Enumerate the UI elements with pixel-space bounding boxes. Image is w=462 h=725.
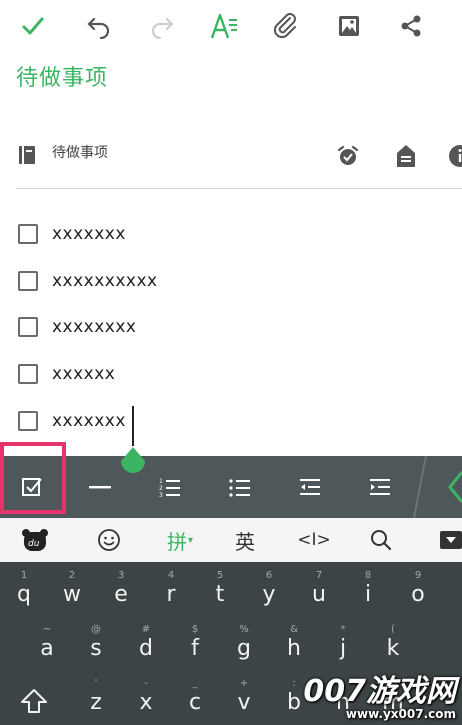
indent-icon[interactable]: [360, 468, 400, 506]
check-icon[interactable]: [17, 10, 49, 42]
svg-text:du: du: [28, 539, 40, 549]
numbered-list-icon[interactable]: 123: [150, 468, 190, 506]
todo-text[interactable]: xxxxxxx: [52, 224, 126, 244]
text-cursor: [132, 406, 134, 446]
todo-text[interactable]: xxxxxx: [52, 364, 115, 384]
pinyin-mode[interactable]: 拼 ▾: [160, 526, 200, 554]
todo-item[interactable]: xxxxxxxxxx: [18, 268, 158, 294]
key-q[interactable]: 1q: [2, 568, 46, 612]
format-bar: 123: [0, 455, 462, 519]
key-c[interactable]: _ c: [173, 676, 217, 720]
key-j[interactable]: * j: [321, 622, 365, 666]
todo-text[interactable]: xxxxxxxx: [52, 317, 136, 337]
svg-text:1: 1: [159, 478, 163, 485]
checkbox[interactable]: [18, 317, 38, 337]
checkbox[interactable]: [18, 271, 38, 291]
top-toolbar: [0, 0, 462, 52]
key-a[interactable]: ~ a: [25, 622, 69, 666]
info-icon[interactable]: [448, 144, 462, 172]
hide-keyboard-icon[interactable]: [436, 526, 462, 554]
key-y[interactable]: 6y: [247, 568, 291, 612]
todo-item[interactable]: xxxxxxx: [18, 221, 126, 247]
key-o[interactable]: 9o: [396, 568, 440, 612]
todo-item[interactable]: xxxxxx: [18, 361, 115, 387]
baidu-logo-icon[interactable]: du: [20, 526, 50, 554]
notebook-label[interactable]: 待做事项: [52, 142, 108, 162]
note-title[interactable]: 待做事项: [16, 60, 108, 92]
key-r[interactable]: 4r: [149, 568, 193, 612]
todo-text[interactable]: xxxxxxxxxx: [52, 271, 158, 291]
emoji-icon[interactable]: [94, 526, 124, 554]
key-s[interactable]: @ s: [74, 622, 118, 666]
tag-icon[interactable]: [394, 143, 418, 173]
text-format-icon[interactable]: [208, 10, 240, 42]
key-z[interactable]: ' z: [74, 676, 118, 720]
image-icon[interactable]: [333, 10, 365, 42]
todo-item[interactable]: xxxxxxxx: [18, 314, 136, 340]
key-k[interactable]: (k: [371, 622, 415, 666]
search-icon[interactable]: [366, 526, 396, 554]
notebook-row: 待做事项: [0, 132, 462, 180]
alarm-icon[interactable]: [336, 144, 360, 172]
cursor-handle[interactable]: [119, 447, 147, 477]
watermark-brand: 007游戏网: [303, 674, 456, 709]
divider: [16, 188, 462, 189]
redo-icon[interactable]: [146, 10, 178, 42]
key-d[interactable]: # d: [124, 622, 168, 666]
watermark-url: www.yx007.com: [345, 707, 456, 721]
divider-line-icon[interactable]: [80, 468, 120, 506]
keyboard-toolbar: du 拼 ▾ 英 <I>: [0, 518, 462, 562]
key-e[interactable]: 3e: [99, 568, 143, 612]
collapse-arrow-icon[interactable]: [412, 455, 462, 522]
watermark: 007游戏网 www.yx007.com: [303, 674, 456, 722]
key-t[interactable]: 5t: [198, 568, 242, 612]
checkbox[interactable]: [18, 411, 38, 431]
bullet-list-icon[interactable]: [220, 468, 260, 506]
todo-text[interactable]: xxxxxxx: [52, 411, 126, 431]
english-mode[interactable]: 英: [230, 526, 260, 554]
shift-icon[interactable]: [18, 686, 50, 722]
notebook-icon[interactable]: [16, 144, 38, 170]
key-f[interactable]: $ f: [173, 622, 217, 666]
attach-icon[interactable]: [270, 10, 302, 42]
todo-item[interactable]: xxxxxxx: [18, 408, 126, 434]
undo-icon[interactable]: [83, 10, 115, 42]
key-x[interactable]: -x: [124, 676, 168, 720]
outdent-icon[interactable]: [290, 468, 330, 506]
key-u[interactable]: 7u: [297, 568, 341, 612]
share-icon[interactable]: [395, 10, 427, 42]
checkbox[interactable]: [18, 224, 38, 244]
pinyin-label: 拼: [166, 529, 187, 554]
key-w[interactable]: 2w: [50, 568, 94, 612]
keyboard: 1q 2w 3e 4r 5t 6y 7u 8i 9o ~ a @ s # d $ f %…: [0, 562, 462, 725]
key-g[interactable]: % g: [222, 622, 266, 666]
key-h[interactable]: & h: [272, 622, 316, 666]
checkbox[interactable]: [18, 364, 38, 384]
dropdown-arrow-icon: ▾: [187, 534, 194, 546]
svg-text:3: 3: [159, 492, 163, 499]
key-i[interactable]: 8i: [346, 568, 390, 612]
cursor-move-button[interactable]: <I>: [290, 526, 338, 554]
highlight-box: [0, 442, 66, 514]
svg-text:2: 2: [159, 485, 163, 492]
key-v[interactable]: + v: [222, 676, 266, 720]
